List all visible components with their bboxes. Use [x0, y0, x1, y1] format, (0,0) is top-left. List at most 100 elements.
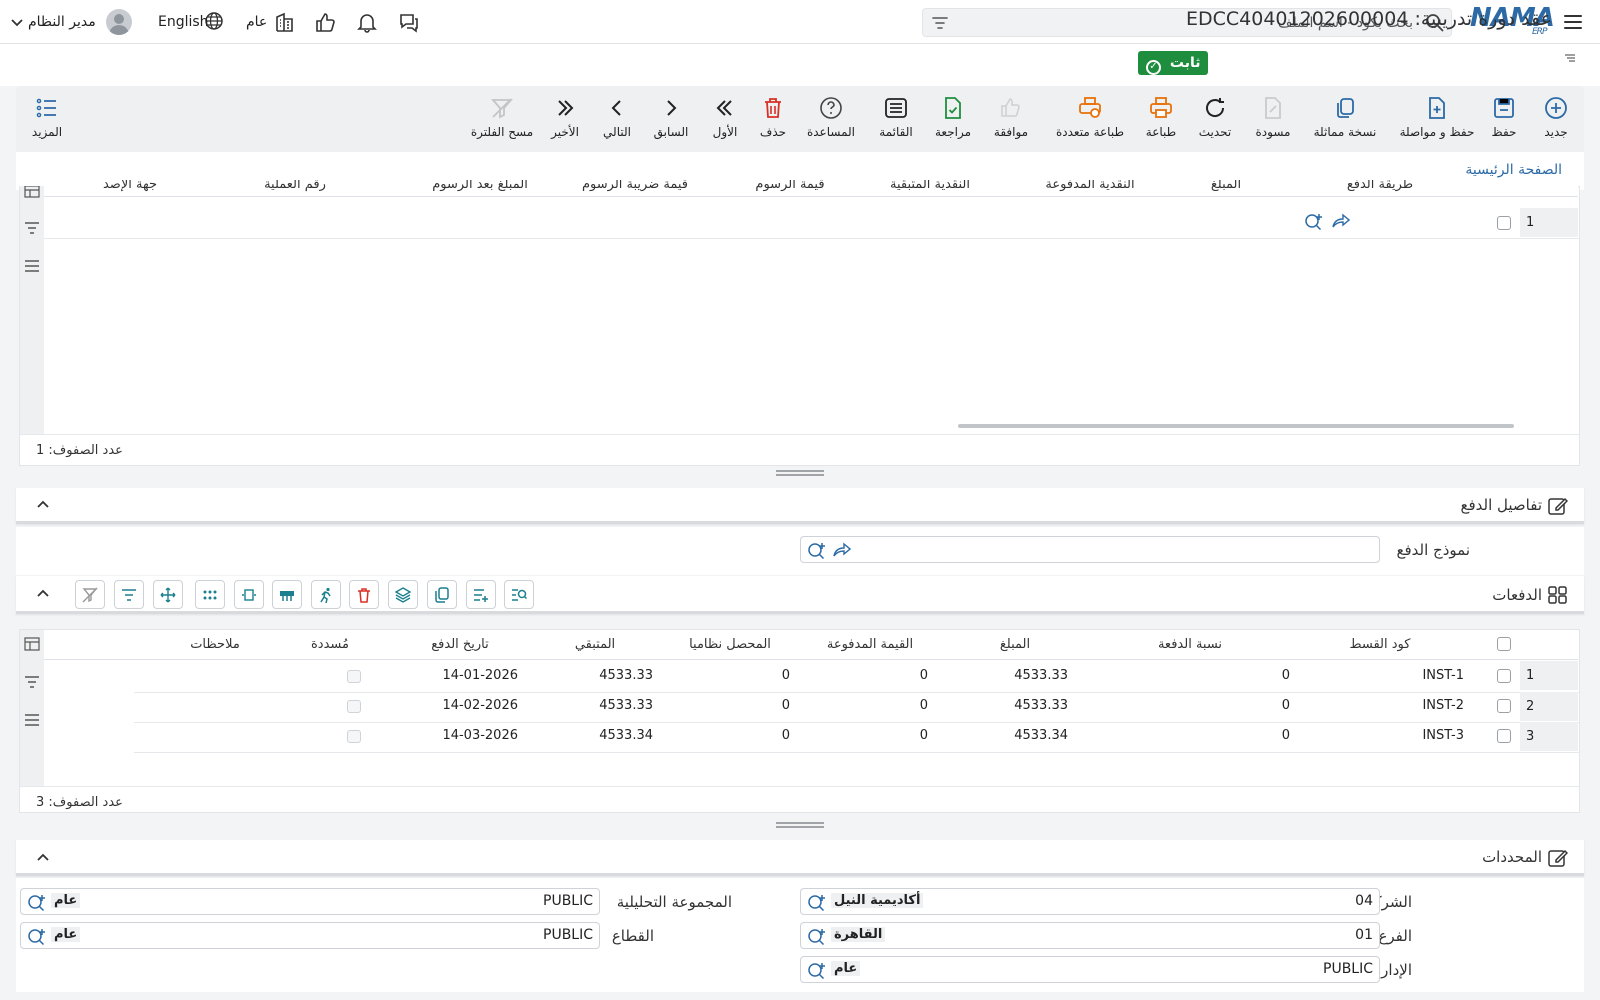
column-header[interactable]: المبلغ	[1156, 180, 1296, 196]
chevron-up-icon[interactable]	[36, 587, 50, 601]
column-header[interactable]: تاريخ الدفع	[390, 630, 530, 660]
cell-collected[interactable]: 0	[700, 691, 790, 721]
run-button[interactable]	[311, 580, 341, 609]
cell-remaining[interactable]: 4533.33	[560, 661, 653, 691]
column-header[interactable]: مُسددة	[280, 630, 380, 660]
add-row-button[interactable]	[466, 580, 496, 609]
resize-handle[interactable]	[776, 470, 824, 476]
horizontal-scrollbar[interactable]	[958, 424, 1514, 428]
column-header[interactable]: قيمة الرسوم	[720, 180, 860, 196]
insert-row-button[interactable]	[272, 580, 302, 609]
save-button[interactable]: حفظ	[1474, 94, 1534, 146]
search-add-icon[interactable]	[1304, 212, 1324, 230]
cell-percentage[interactable]: 0	[1180, 691, 1290, 721]
multi-print-button[interactable]: طباعة متعددة	[1040, 94, 1140, 146]
clear-filter-button[interactable]	[75, 580, 105, 609]
payment-form-field[interactable]	[800, 536, 1380, 563]
chevron-down-icon[interactable]	[10, 15, 24, 29]
bell-icon[interactable]	[356, 11, 378, 33]
cell-payment-date[interactable]: 14-02-2026	[420, 691, 518, 721]
branch-field[interactable]: 01 القاهرة	[800, 922, 1380, 949]
menu-lines-icon[interactable]	[24, 713, 40, 727]
menu-lines-icon[interactable]	[24, 259, 40, 273]
column-header[interactable]: النقدية المدفوعة	[1020, 180, 1160, 196]
filter-icon[interactable]	[24, 221, 40, 235]
cell-amount[interactable]: 4533.33	[980, 691, 1068, 721]
paid-checkbox[interactable]	[347, 670, 361, 683]
hamburger-menu-icon[interactable]	[1562, 11, 1584, 33]
filter-button[interactable]	[114, 580, 144, 609]
search-add-icon[interactable]	[807, 541, 827, 559]
filter-icon[interactable]	[931, 14, 949, 32]
row-checkbox[interactable]	[1497, 669, 1511, 683]
company-field[interactable]: 04 أكاديمية النيل	[800, 888, 1380, 915]
analysis-group-field[interactable]: PUBLIC عام	[20, 888, 600, 915]
chevron-up-icon[interactable]	[36, 851, 50, 865]
language-switch[interactable]: English	[158, 14, 209, 30]
cell-amount[interactable]: 4533.34	[980, 721, 1068, 751]
department-field[interactable]: PUBLIC عام	[800, 956, 1380, 983]
share-arrow-icon[interactable]	[833, 542, 851, 558]
table-settings-icon[interactable]	[24, 186, 40, 198]
cell-collected[interactable]: 0	[700, 721, 790, 751]
cell-paid[interactable]: 0	[840, 661, 928, 691]
column-header[interactable]: النقدية المتبقية	[860, 180, 1000, 196]
paid-checkbox[interactable]	[347, 700, 361, 713]
row-checkbox[interactable]	[1497, 699, 1511, 713]
column-header[interactable]: المبلغ	[940, 630, 1090, 660]
table-settings-icon[interactable]	[24, 637, 40, 651]
cell-percentage[interactable]: 0	[1180, 721, 1290, 751]
filter-icon[interactable]	[24, 675, 40, 689]
list-button[interactable]: القائمة	[861, 94, 931, 146]
cell-amount[interactable]: 4533.33	[980, 661, 1068, 691]
search-add-icon[interactable]	[807, 961, 827, 979]
column-header[interactable]: جهة الإصد	[80, 180, 180, 196]
column-header[interactable]: نسبة الدفعة	[1100, 630, 1280, 660]
cell-installment-code[interactable]: INST-2	[1390, 691, 1464, 721]
search-add-icon[interactable]	[27, 927, 47, 945]
column-header[interactable]: طريقة الدفع	[1300, 180, 1460, 196]
row-checkbox[interactable]	[1497, 729, 1511, 743]
column-header[interactable]: المحصل نظاميا	[660, 630, 800, 660]
user-name[interactable]: مدير النظام	[28, 14, 96, 30]
payment-details-header[interactable]	[16, 488, 1584, 524]
cell-paid[interactable]: 0	[840, 721, 928, 751]
layers-button[interactable]	[388, 580, 418, 609]
cell-collected[interactable]: 0	[700, 661, 790, 691]
resize-handle[interactable]	[776, 822, 824, 828]
search-add-icon[interactable]	[807, 893, 827, 911]
search-add-icon[interactable]	[807, 927, 827, 945]
search-add-icon[interactable]	[27, 893, 47, 911]
chevron-up-icon[interactable]	[36, 498, 50, 512]
row-checkbox[interactable]	[1497, 216, 1511, 230]
cell-remaining[interactable]: 4533.33	[560, 691, 653, 721]
column-header[interactable]: كود القسط	[1290, 630, 1470, 660]
building-icon[interactable]	[274, 11, 296, 33]
cell-percentage[interactable]: 0	[1180, 661, 1290, 691]
column-header[interactable]: ملاحظات	[150, 630, 280, 660]
column-header[interactable]: قيمة ضريبة الرسوم	[560, 180, 710, 196]
column-header[interactable]: رقم العملية	[200, 180, 390, 196]
select-all-checkbox[interactable]	[1497, 637, 1511, 651]
fit-width-button[interactable]	[234, 580, 264, 609]
cell-installment-code[interactable]: INST-1	[1390, 661, 1464, 691]
column-header[interactable]: القيمة المدفوعة	[800, 630, 940, 660]
sector-field[interactable]: PUBLIC عام	[20, 922, 600, 949]
delete-row-button[interactable]	[349, 580, 379, 609]
more-button[interactable]: المزيد	[12, 94, 82, 146]
pin-icon[interactable]	[1562, 52, 1578, 68]
cell-payment-date[interactable]: 14-01-2026	[420, 661, 518, 691]
share-arrow-icon[interactable]	[1332, 213, 1350, 229]
chat-icon[interactable]	[398, 11, 420, 33]
paid-checkbox[interactable]	[347, 730, 361, 743]
dimensions-header[interactable]	[16, 840, 1584, 876]
duplicate-button[interactable]: نسخة مماثلة	[1300, 94, 1390, 146]
cell-remaining[interactable]: 4533.34	[560, 721, 653, 751]
save-continue-button[interactable]: حفظ و مواصلة	[1392, 94, 1482, 146]
grid-dots-button[interactable]	[195, 580, 225, 609]
cell-installment-code[interactable]: INST-3	[1390, 721, 1464, 751]
search-list-button[interactable]	[504, 580, 534, 609]
column-header[interactable]: المبلغ بعد الرسوم	[400, 180, 560, 196]
cell-paid[interactable]: 0	[840, 691, 928, 721]
column-header[interactable]: المتبقي	[530, 630, 660, 660]
